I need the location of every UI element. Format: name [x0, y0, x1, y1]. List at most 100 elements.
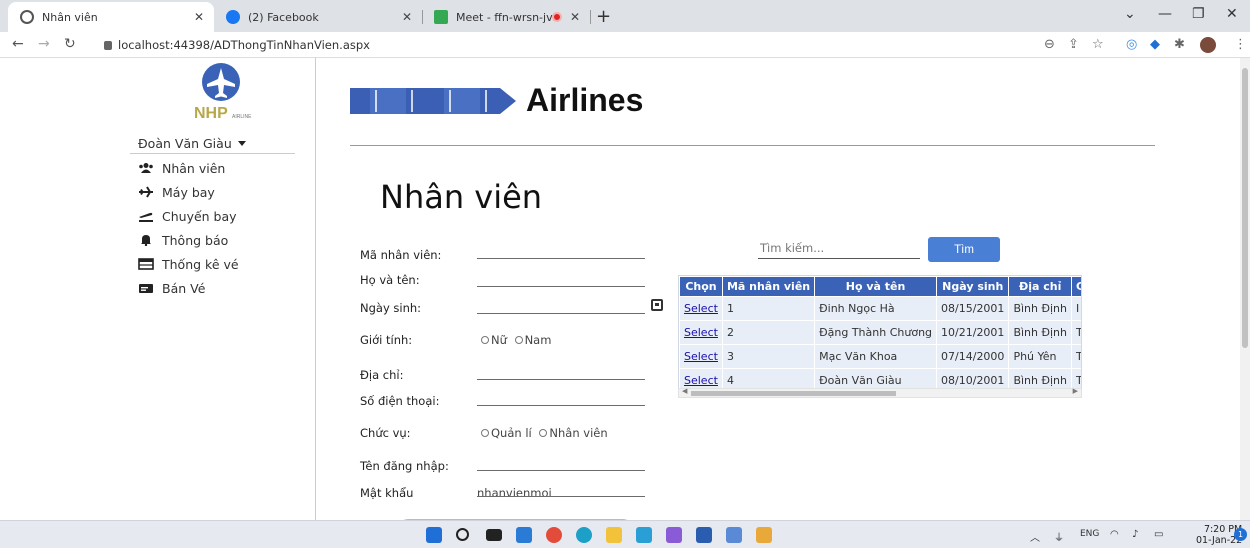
ma-nhan-vien-input[interactable]	[477, 258, 645, 259]
sidebar-item-label: Thống kê vé	[162, 256, 239, 272]
notepad-icon[interactable]	[726, 527, 742, 543]
mat-khau-label: Mật khẩu	[360, 486, 414, 500]
users-icon	[138, 162, 154, 174]
sidebar-item-ban-ve[interactable]: Bán Vé	[138, 276, 239, 300]
gioi-tinh-radio-group: Nữ Nam	[481, 333, 551, 347]
scroll-thumb[interactable]	[691, 391, 896, 396]
close-icon[interactable]: ✕	[402, 10, 412, 24]
visual-studio-icon[interactable]	[666, 527, 682, 543]
scroll-left-icon[interactable]: ◀	[682, 387, 687, 395]
select-link[interactable]: Select	[679, 320, 723, 345]
tab-title: Meet - ffn-wrsn-jvr	[456, 10, 558, 24]
forward-icon[interactable]: →	[38, 36, 50, 52]
bookmark-star-icon[interactable]: ☆	[1092, 37, 1104, 52]
user-dropdown[interactable]: Đoàn Văn Giàu	[138, 136, 246, 151]
cell-dia-chi: Phú Yên	[1008, 344, 1073, 369]
tab-search-icon[interactable]: ⌄	[1124, 6, 1136, 22]
volume-icon[interactable]: ♪	[1132, 529, 1138, 540]
chrome-icon[interactable]	[546, 527, 562, 543]
battery-icon[interactable]: ▭	[1154, 529, 1163, 540]
sidebar-item-chuyen-bay[interactable]: Chuyến bay	[138, 204, 239, 228]
language-indicator[interactable]: ENG	[1080, 529, 1099, 539]
window-close-icon[interactable]: ✕	[1226, 6, 1238, 22]
wifi-icon[interactable]: ◠	[1110, 529, 1119, 540]
cell-chuc-vu: T	[1071, 344, 1081, 369]
sidebar-item-thong-ke-ve[interactable]: Thống kê vé	[138, 252, 239, 276]
table-icon	[138, 258, 154, 270]
ngay-sinh-input[interactable]	[477, 313, 645, 314]
col-ma-nhan-vien: Mã nhân viên	[721, 276, 816, 297]
store-icon[interactable]	[636, 527, 652, 543]
sidebar-item-nhan-vien[interactable]: Nhân viên	[138, 156, 239, 180]
radio-nam[interactable]	[514, 336, 523, 344]
col-chon: Chọn	[679, 276, 723, 297]
browser-tab-bar: Nhân viên ✕ (2) Facebook ✕ Meet - ffn-wr…	[0, 0, 1250, 32]
minimize-icon[interactable]: —	[1158, 6, 1172, 22]
search-icon[interactable]	[456, 528, 469, 541]
url-field[interactable]: localhost:44398/ADThongTinNhanVien.aspx	[104, 38, 370, 52]
sidebar-item-thong-bao[interactable]: Thông báo	[138, 228, 239, 252]
tray-chevron-icon[interactable]: ︿	[1030, 529, 1040, 544]
radio-quan-li[interactable]	[481, 429, 489, 437]
dia-chi-label: Địa chỉ:	[360, 368, 404, 382]
cell-ngay: 10/21/2001	[936, 320, 1010, 345]
page-scroll-thumb[interactable]	[1242, 68, 1248, 348]
col-ngay-sinh: Ngày sinh	[936, 276, 1010, 297]
page-title: Nhân viên	[380, 178, 543, 216]
search-button[interactable]: Tìm	[928, 237, 1000, 262]
radio-nu[interactable]	[481, 336, 489, 344]
tab-facebook[interactable]: (2) Facebook ✕	[214, 2, 423, 32]
puzzle-icon[interactable]: ✱	[1174, 37, 1185, 52]
search-input[interactable]: Tìm kiếm...	[760, 241, 920, 255]
airplane-logo-icon: NHP AIRLINE	[194, 63, 252, 122]
page-vertical-scrollbar[interactable]	[1240, 58, 1250, 520]
ten-dang-nhap-input[interactable]	[477, 470, 645, 471]
tab-meet[interactable]: Meet - ffn-wrsn-jvr ✕	[422, 2, 591, 32]
sidebar-item-label: Máy bay	[162, 184, 215, 200]
zoom-icon[interactable]: ⊖	[1044, 37, 1055, 52]
file-explorer-icon[interactable]	[606, 527, 622, 543]
ho-ten-input[interactable]	[477, 286, 645, 287]
close-icon[interactable]: ✕	[194, 10, 204, 24]
app-icon[interactable]	[756, 527, 772, 543]
close-icon[interactable]: ✕	[570, 10, 580, 24]
task-view-icon[interactable]	[486, 529, 502, 541]
grid-horizontal-scrollbar[interactable]: ◀ ▶	[678, 387, 1082, 398]
so-dien-thoai-label: Số điện thoại:	[360, 394, 440, 408]
tab-separator	[590, 10, 591, 24]
widgets-icon[interactable]	[516, 527, 532, 543]
select-link[interactable]: Select	[679, 296, 723, 321]
radio-quan-li-label: Quản lí	[491, 426, 532, 440]
restore-icon[interactable]: ❐	[1192, 6, 1205, 22]
mic-icon[interactable]: ⏚	[1054, 529, 1064, 544]
share-icon[interactable]: ⇪	[1068, 37, 1079, 52]
dia-chi-input[interactable]	[477, 379, 645, 380]
extension-drop-icon[interactable]: ◆	[1150, 37, 1160, 52]
sidebar-divider	[130, 153, 295, 154]
url-text: localhost:44398/ADThongTinNhanVien.aspx	[118, 38, 370, 52]
edge-icon[interactable]	[576, 527, 592, 543]
so-dien-thoai-input[interactable]	[477, 405, 645, 406]
sidebar-item-label: Nhân viên	[162, 160, 226, 176]
cell-chuc-vu: T	[1071, 320, 1081, 345]
scroll-right-icon[interactable]: ▶	[1073, 387, 1078, 395]
new-tab-button[interactable]: +	[596, 6, 611, 27]
ten-dang-nhap-label: Tên đăng nhập:	[360, 459, 449, 473]
mat-khau-underline	[477, 496, 645, 497]
meet-icon	[434, 10, 448, 24]
reload-icon[interactable]: ↻	[64, 36, 76, 52]
select-link[interactable]: Select	[679, 344, 723, 369]
calendar-icon[interactable]	[651, 299, 663, 311]
windows-start-icon[interactable]	[426, 527, 442, 543]
tab-nhan-vien[interactable]: Nhân viên ✕	[8, 2, 214, 32]
menu-dots-icon[interactable]: ⋮	[1234, 37, 1247, 52]
profile-avatar-icon[interactable]	[1200, 37, 1216, 53]
mat-khau-input[interactable]: nhanvienmoi	[477, 486, 552, 500]
extension-icon[interactable]: ◎	[1126, 37, 1137, 52]
notification-badge[interactable]: 1	[1234, 528, 1247, 541]
sidebar-logo[interactable]: NHP AIRLINE	[186, 62, 256, 124]
word-icon[interactable]	[696, 527, 712, 543]
back-icon[interactable]: ←	[12, 36, 24, 52]
sidebar-item-may-bay[interactable]: Máy bay	[138, 180, 239, 204]
radio-nhan-vien[interactable]	[539, 429, 548, 437]
